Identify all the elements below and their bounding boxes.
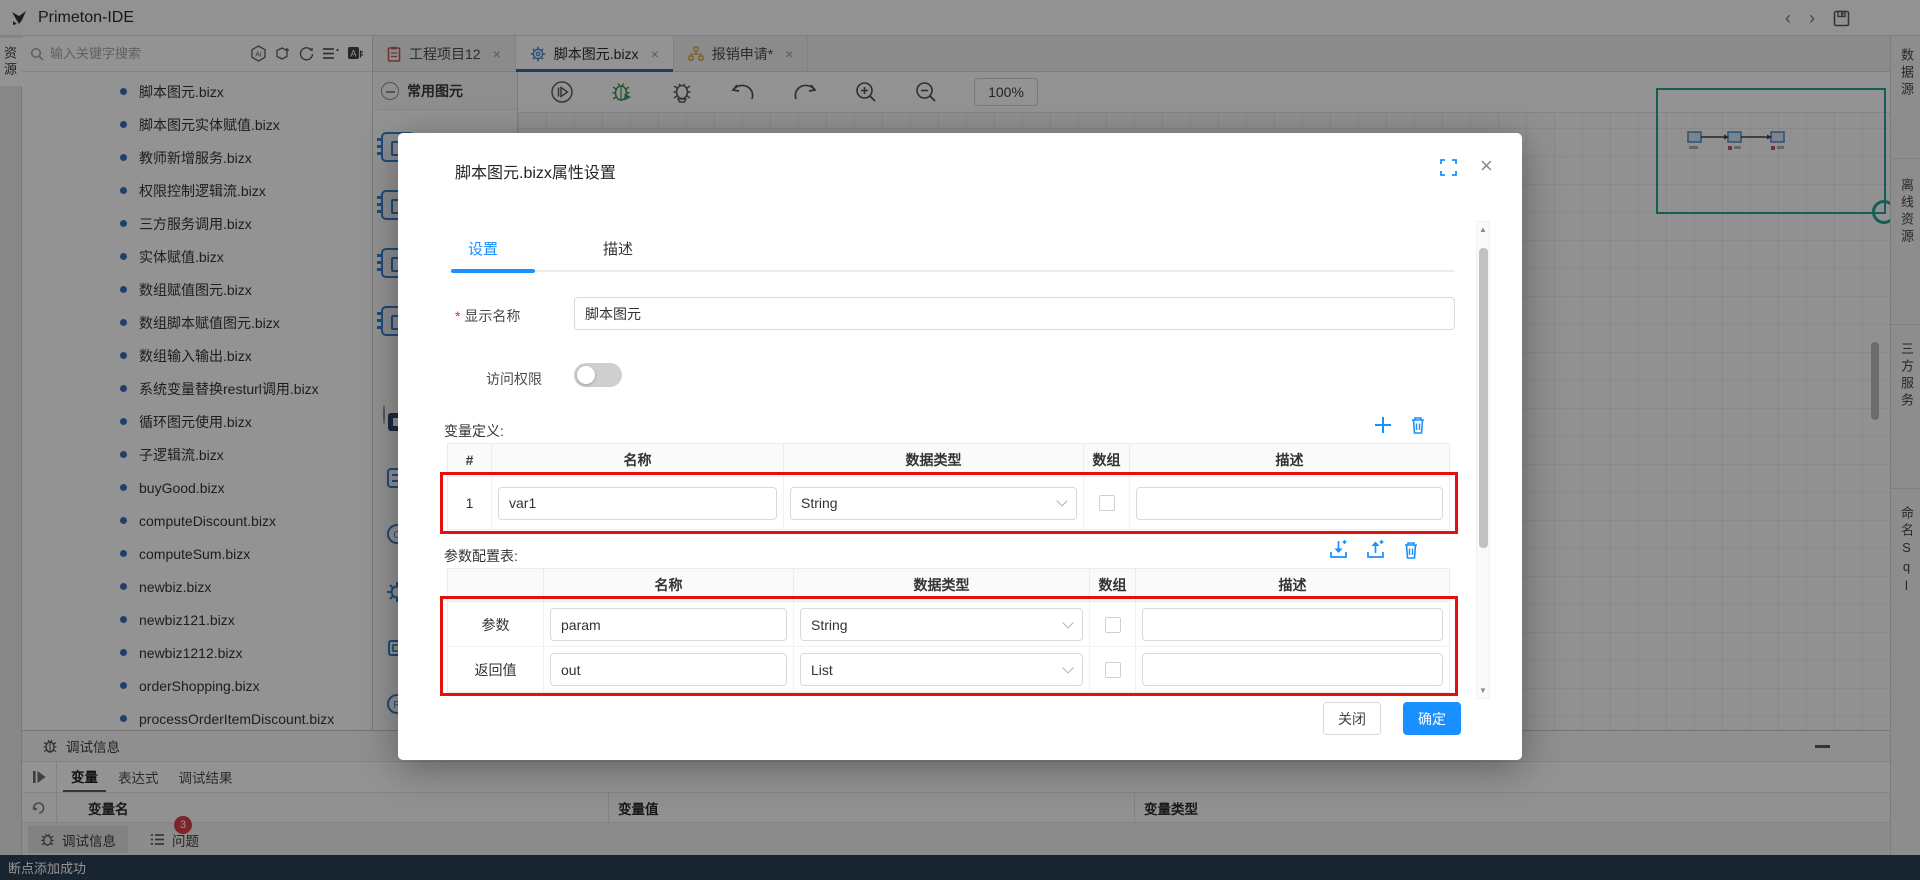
params-col-blank bbox=[448, 569, 544, 601]
close-icon[interactable]: × bbox=[1480, 155, 1493, 177]
tab-divider-line bbox=[451, 270, 1455, 272]
close-button[interactable]: 关闭 bbox=[1323, 702, 1381, 735]
ok-button[interactable]: 确定 bbox=[1403, 702, 1461, 735]
variables-col-name: 名称 bbox=[492, 444, 784, 476]
param-array-checkbox[interactable] bbox=[1105, 617, 1121, 633]
dialog-tab-description[interactable]: 描述 bbox=[603, 238, 633, 259]
dialog-title: 脚本图元.bizx属性设置 bbox=[455, 159, 616, 183]
import-params-icon[interactable] bbox=[1328, 539, 1349, 560]
variables-row: 1 String bbox=[448, 477, 1449, 529]
required-mark: * bbox=[455, 308, 460, 324]
params-row-return: 返回值 List bbox=[448, 647, 1449, 692]
chevron-down-icon bbox=[1062, 617, 1073, 628]
dialog-tab-settings[interactable]: 设置 bbox=[468, 238, 498, 259]
ide-window: Primeton-IDE ‹ › 资源 AI A bbox=[0, 0, 1920, 880]
return-row-label: 返回值 bbox=[448, 647, 544, 692]
scrollbar-thumb[interactable] bbox=[1479, 248, 1488, 548]
display-name-input[interactable] bbox=[574, 297, 1455, 330]
params-table: 名称 数据类型 数组 描述 参数 String 返回值 List bbox=[447, 568, 1450, 693]
param-name-input[interactable] bbox=[550, 608, 787, 641]
variables-col-desc: 描述 bbox=[1130, 444, 1449, 476]
scroll-up-icon[interactable]: ▲ bbox=[1477, 225, 1489, 234]
return-desc-input[interactable] bbox=[1142, 653, 1443, 686]
add-row-icon[interactable] bbox=[1373, 415, 1393, 435]
variable-type-select[interactable]: String bbox=[790, 487, 1077, 520]
scroll-down-icon[interactable]: ▼ bbox=[1477, 686, 1489, 695]
variable-name-input[interactable] bbox=[498, 487, 777, 520]
chevron-down-icon bbox=[1056, 495, 1067, 506]
params-row-input: 参数 String bbox=[448, 602, 1449, 647]
param-type-select[interactable]: String bbox=[800, 608, 1083, 641]
chevron-down-icon bbox=[1062, 662, 1073, 673]
return-type-select[interactable]: List bbox=[800, 653, 1083, 686]
display-name-label: * 显示名称 bbox=[455, 306, 520, 326]
variables-table: # 名称 数据类型 数组 描述 1 String bbox=[447, 443, 1450, 530]
export-params-icon[interactable] bbox=[1365, 539, 1386, 560]
dialog-scrollbar[interactable]: ▲ ▼ bbox=[1476, 221, 1490, 699]
params-col-desc: 描述 bbox=[1136, 569, 1449, 601]
property-settings-dialog: 脚本图元.bizx属性设置 × 设置 描述 * 显示名称 访问权限 变量定义: … bbox=[398, 133, 1522, 760]
access-permission-toggle[interactable] bbox=[574, 363, 622, 387]
param-row-label: 参数 bbox=[448, 602, 544, 647]
variables-section-label: 变量定义: bbox=[444, 421, 504, 441]
return-name-input[interactable] bbox=[550, 653, 787, 686]
fullscreen-icon[interactable] bbox=[1440, 159, 1457, 176]
params-col-name: 名称 bbox=[544, 569, 794, 601]
variables-col-type: 数据类型 bbox=[784, 444, 1084, 476]
variable-desc-input[interactable] bbox=[1136, 487, 1443, 520]
params-col-type: 数据类型 bbox=[794, 569, 1090, 601]
variables-col-array: 数组 bbox=[1084, 444, 1130, 476]
variables-col-index: # bbox=[448, 444, 492, 476]
variable-array-checkbox[interactable] bbox=[1099, 495, 1115, 511]
row-index: 1 bbox=[448, 477, 492, 529]
return-array-checkbox[interactable] bbox=[1105, 662, 1121, 678]
delete-row-icon[interactable] bbox=[1409, 415, 1427, 435]
param-desc-input[interactable] bbox=[1142, 608, 1443, 641]
active-tab-indicator bbox=[451, 269, 535, 273]
params-col-array: 数组 bbox=[1090, 569, 1136, 601]
delete-params-icon[interactable] bbox=[1402, 540, 1420, 560]
params-section-label: 参数配置表: bbox=[444, 546, 518, 566]
access-permission-label: 访问权限 bbox=[486, 369, 542, 389]
